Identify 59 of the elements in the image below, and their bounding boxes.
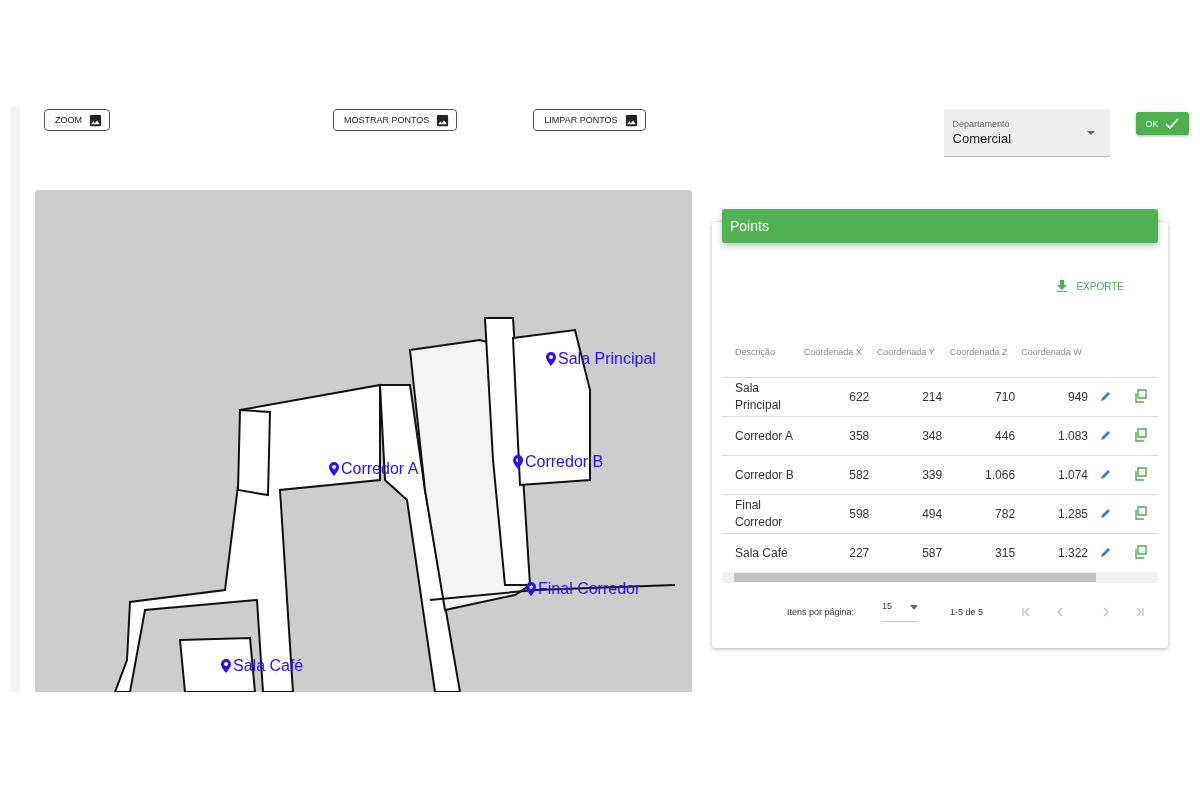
chevron-icon <box>1135 606 1146 617</box>
clear-points-button[interactable]: LIMPAR PONTOS <box>533 109 646 131</box>
table-cell: Corredor A <box>735 428 794 443</box>
items-per-page-label: Itens por página: <box>787 606 855 617</box>
table-cell: 949 <box>1068 390 1089 404</box>
table-cell: 348 <box>922 429 943 443</box>
map-pin-icon <box>526 582 536 596</box>
table-cell: 782 <box>995 507 1016 521</box>
show-points-button[interactable]: MOSTRAR PONTOS <box>333 109 458 131</box>
image-icon <box>623 112 639 128</box>
column-header: Coordenada X <box>803 347 862 357</box>
table-cell: 1.074 <box>1058 468 1089 482</box>
table-cell: 1.285 <box>1058 507 1089 521</box>
table-cell: 1.066 <box>985 468 1016 482</box>
column-header: Coordenada Y <box>876 347 935 357</box>
pin-label: Corredor B <box>525 453 604 471</box>
dropdown-caret-icon <box>910 605 919 610</box>
image-icon <box>88 112 103 128</box>
horizontal-scrollbar[interactable] <box>722 572 1158 583</box>
column-header: Descrição <box>735 347 775 357</box>
map-pin-icon <box>221 659 231 673</box>
table-cell: Corredor B <box>735 467 794 482</box>
map-pin-icon <box>513 455 523 469</box>
copy-icon[interactable] <box>1133 427 1148 442</box>
table-cell: 598 <box>849 507 870 521</box>
column-header: Coordenada Z <box>949 347 1008 357</box>
table-cell: 494 <box>922 507 943 521</box>
table-cell: 710 <box>995 390 1016 404</box>
dropdown-caret-icon <box>1085 130 1096 136</box>
copy-icon[interactable] <box>1133 466 1148 481</box>
table-cell: 622 <box>849 390 870 404</box>
chevron-icon <box>1021 606 1032 617</box>
table-cell: 1.083 <box>1058 429 1089 443</box>
download-icon <box>1056 280 1069 292</box>
table-cell: 227 <box>849 546 870 560</box>
check-icon <box>1164 117 1179 130</box>
table-cell: 582 <box>849 468 870 482</box>
table-cell: 446 <box>995 429 1016 443</box>
zoom-button[interactable]: ZOOM <box>44 109 110 131</box>
table-cell: 214 <box>922 390 943 404</box>
table-cell: 315 <box>995 546 1016 560</box>
copy-icon[interactable] <box>1133 388 1148 403</box>
page-range: 1-5 de 5 <box>950 606 984 617</box>
table-cell: Sala Principal <box>735 381 782 412</box>
table-cell: 587 <box>922 546 943 560</box>
table-cell: Final Corredor <box>735 498 783 529</box>
image-icon <box>435 112 451 128</box>
map-pin-icon <box>329 462 339 476</box>
column-header: Coordenada W <box>1021 347 1082 357</box>
table-cell: 358 <box>849 429 870 443</box>
copy-icon[interactable] <box>1133 505 1148 520</box>
table-cell: Sala Café <box>735 545 788 560</box>
page-size-select[interactable]: 15 <box>882 601 919 622</box>
department-select[interactable]: Departamento Comercial <box>943 109 1110 157</box>
copy-icon[interactable] <box>1133 544 1148 559</box>
map-pin-icon <box>546 352 556 366</box>
table-cell: 1.322 <box>1058 546 1089 560</box>
table-cell: 339 <box>922 468 943 482</box>
card-header: Points <box>722 209 1158 243</box>
